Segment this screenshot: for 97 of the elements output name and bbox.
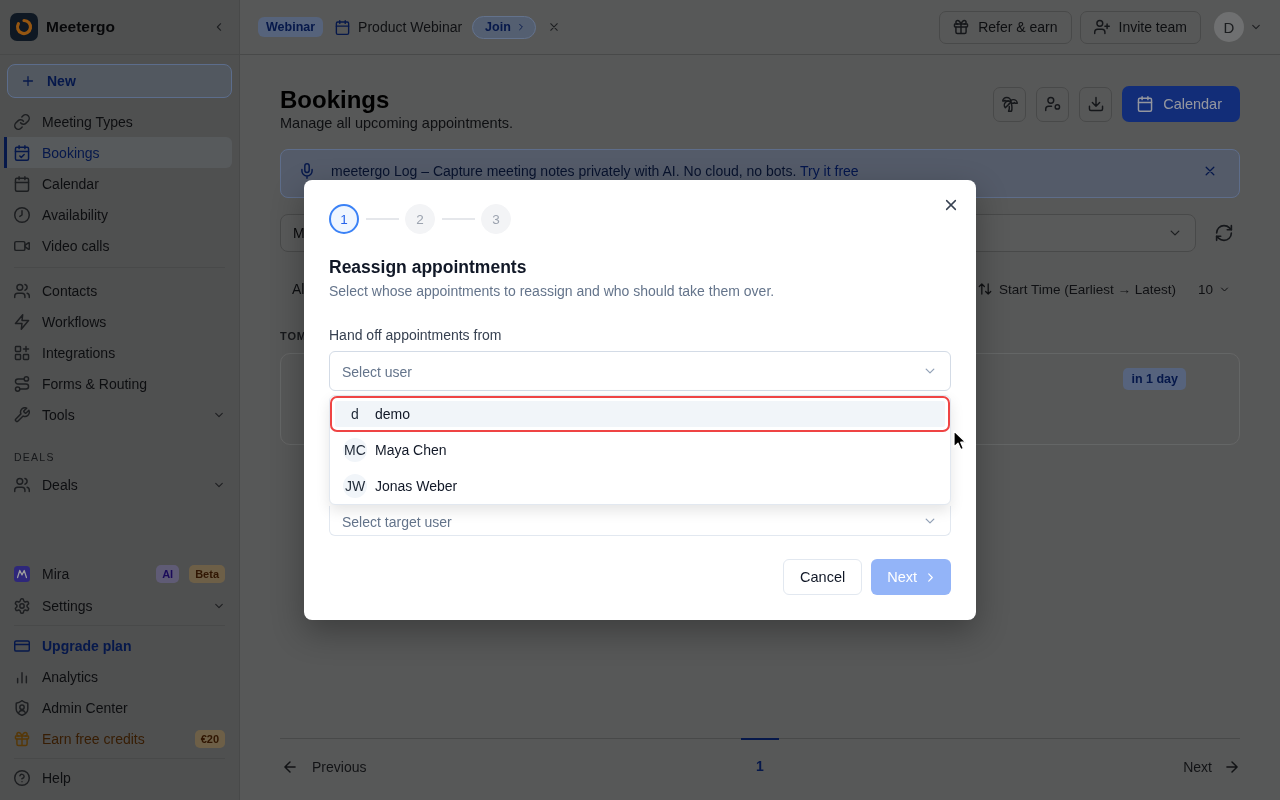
settings-icon	[14, 597, 30, 614]
page-number[interactable]: 1	[741, 738, 779, 776]
sidebar-item[interactable]: Upgrade plan	[4, 630, 232, 661]
arrow-right-icon	[1224, 759, 1240, 775]
sidebar-item[interactable]: Deals	[4, 469, 232, 500]
mouse-pointer-icon	[953, 430, 967, 451]
gift-icon	[14, 730, 30, 747]
grid-plus-icon	[14, 344, 30, 361]
next-page-button[interactable]: Next	[1183, 739, 1240, 777]
sidebar-item[interactable]: Meeting Types	[4, 106, 232, 137]
step-indicator: 1	[329, 204, 359, 234]
sidebar-item[interactable]: Earn free credits €20	[4, 723, 232, 754]
credit-badge: €20	[194, 729, 225, 748]
lightning-icon	[14, 313, 30, 330]
calendar-icon	[335, 19, 351, 35]
dialog-description: Select whose appointments to reassign and who should take them over.	[329, 282, 776, 301]
top-action-button[interactable]: Invite team	[1079, 10, 1201, 44]
field-label: Hand off appointments from	[329, 326, 503, 345]
step-indicator: 3	[481, 204, 511, 234]
sidebar-item[interactable]: Help	[4, 762, 232, 793]
page-title: Bookings	[280, 86, 391, 113]
event-title: Product Webinar	[358, 19, 463, 35]
new-button[interactable]: New	[7, 64, 232, 98]
network-logo-icon	[14, 565, 30, 582]
sidebar-item[interactable]: Contacts	[4, 275, 232, 306]
wrench-icon	[14, 406, 30, 423]
calendar-icon	[1137, 96, 1154, 112]
cancel-button[interactable]: Cancel	[783, 559, 863, 595]
target-user-select-field[interactable]: Select target user	[329, 506, 951, 536]
user-gear-icon	[1044, 96, 1061, 112]
previous-page-button[interactable]: Previous	[280, 739, 367, 777]
section-heading: DEALS	[13, 450, 56, 464]
sidebar-item[interactable]: Analytics	[4, 661, 232, 692]
question-mark-icon	[14, 769, 30, 786]
route-icon	[14, 375, 30, 392]
refresh-icon	[1215, 224, 1233, 242]
plus-icon	[21, 74, 35, 88]
time-badge: in 1 day	[1123, 368, 1186, 390]
sidebar-item[interactable]: Integrations	[4, 337, 232, 368]
close-banner-button[interactable]	[1203, 164, 1217, 178]
user-avatar: JW	[343, 474, 367, 498]
download-icon	[1087, 96, 1104, 112]
user-avatar: D	[1214, 12, 1244, 42]
join-button[interactable]: Join	[472, 15, 536, 39]
user-option[interactable]: MC Maya Chen	[330, 432, 950, 468]
sidebar-item[interactable]: Settings	[4, 590, 232, 621]
calendar-icon	[14, 175, 30, 192]
sidebar-item[interactable]: Forms & Routing	[4, 368, 232, 399]
close-icon	[1203, 164, 1217, 178]
page-size-select[interactable]: 10	[1197, 281, 1230, 297]
sidebar-item[interactable]: Tools	[4, 399, 232, 430]
page-subtitle: Manage all upcoming appointments.	[280, 114, 513, 133]
calendar-check-icon	[14, 144, 30, 161]
palm-tree-icon	[1001, 96, 1018, 112]
link-icon	[14, 113, 30, 130]
sidebar-item[interactable]: Video calls	[4, 230, 232, 261]
arrow-left-icon	[282, 759, 298, 775]
calendar-button[interactable]: Calendar	[1122, 86, 1240, 122]
dialog-title: Reassign appointments	[329, 256, 528, 279]
sort-button[interactable]: Start Time (Earliest → Latest)	[977, 281, 1176, 297]
sidebar-item[interactable]: Workflows	[4, 306, 232, 337]
user-select-field[interactable]: Select user	[329, 351, 951, 391]
filter-tab[interactable]: Al	[280, 281, 305, 297]
close-dialog-button[interactable]	[943, 197, 959, 213]
stage-badge: Beta	[189, 564, 225, 583]
step-indicator: 2	[405, 204, 435, 234]
toolbar-button[interactable]	[1079, 86, 1113, 122]
banner-text: meetergo Log – Capture meeting notes privately with AI. No cloud, no bots. Try it free	[331, 163, 859, 179]
logo-icon	[10, 13, 38, 41]
users-icon	[14, 476, 30, 493]
sidebar-item[interactable]: Bookings	[4, 137, 232, 168]
users-icon	[14, 282, 30, 299]
gift-icon	[953, 19, 970, 35]
user-option[interactable]: d demo	[330, 396, 950, 432]
event-type-badge: Webinar	[258, 17, 324, 37]
sidebar-item[interactable]: Availability	[4, 199, 232, 230]
shield-user-icon	[14, 699, 30, 716]
try-free-link[interactable]: Try it free	[800, 163, 859, 179]
user-plus-icon	[1093, 19, 1110, 35]
clock-icon	[14, 206, 30, 223]
close-icon	[547, 21, 560, 33]
toolbar-button[interactable]	[1036, 86, 1070, 122]
close-icon	[943, 197, 959, 213]
microphone-icon	[299, 163, 315, 179]
sidebar-item[interactable]: Mira AI Beta	[4, 558, 232, 589]
feature-badge: AI	[156, 564, 180, 583]
sidebar-item[interactable]: Admin Center	[4, 692, 232, 723]
user-avatar: MC	[343, 438, 367, 462]
sort-icon	[977, 282, 992, 296]
toolbar-button[interactable]	[993, 86, 1027, 122]
credit-card-icon	[14, 637, 30, 654]
brand-name: Meetergo	[46, 18, 115, 36]
top-action-button[interactable]: Refer & earn	[939, 10, 1072, 44]
dismiss-button[interactable]	[547, 21, 560, 33]
account-menu-button[interactable]: D	[1214, 12, 1262, 42]
sidebar-item[interactable]: Calendar	[4, 168, 232, 199]
user-option[interactable]: JW Jonas Weber	[330, 468, 950, 504]
